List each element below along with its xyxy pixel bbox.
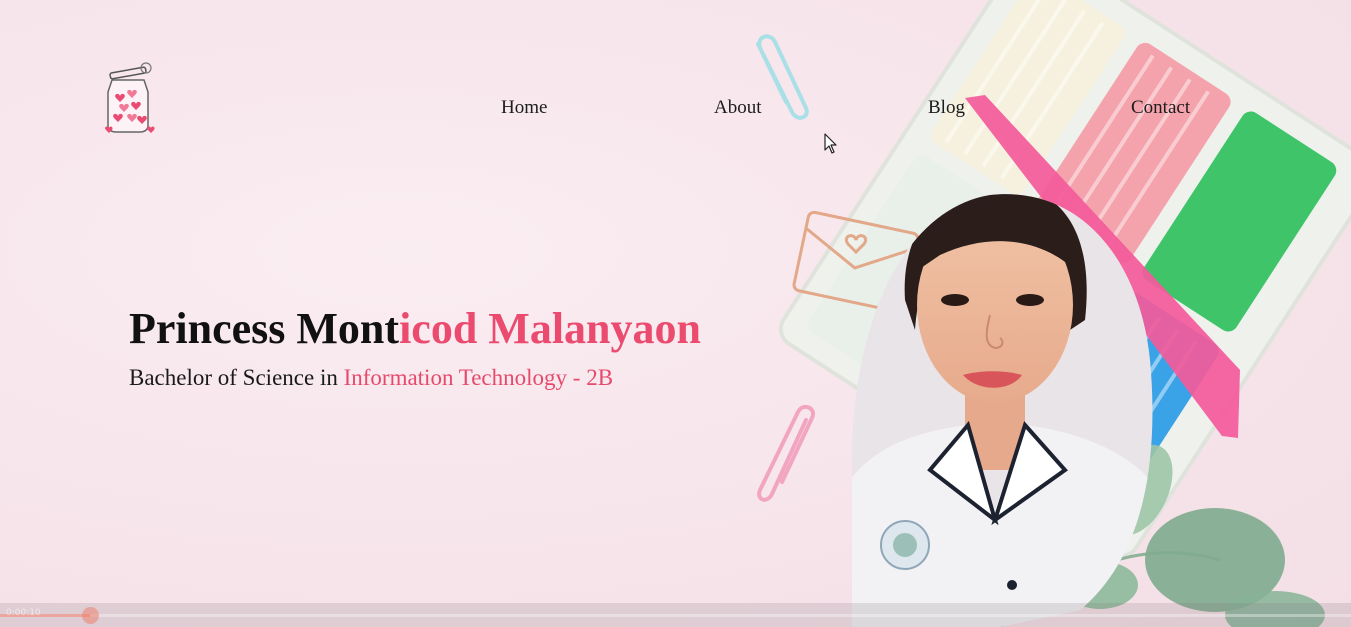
hero-name-part2: icod Malanyaon xyxy=(399,304,701,353)
video-progress-bar[interactable]: 0:00:10 xyxy=(0,603,1351,627)
hero-subtitle-part2: Information Technology - 2B xyxy=(343,365,614,390)
hero-subtitle-part1: Bachelor of Science in xyxy=(129,365,344,390)
nav-about-link[interactable]: About xyxy=(714,96,762,120)
progress-track[interactable] xyxy=(0,614,1351,617)
paperclip-pink xyxy=(757,404,816,502)
heart-jar-icon[interactable] xyxy=(102,58,158,136)
hero-subtitle: Bachelor of Science in Information Techn… xyxy=(129,364,613,392)
landing-page: Home About Blog Contact Princess Montico… xyxy=(0,0,1351,627)
paperclip-blue xyxy=(756,34,809,120)
nav-blog-link[interactable]: Blog xyxy=(928,96,965,120)
progress-knob[interactable] xyxy=(82,607,99,624)
elapsed-time: 0:00:10 xyxy=(6,608,41,618)
hero-name-part1: Princess Mont xyxy=(129,304,400,353)
nav-contact-link[interactable]: Contact xyxy=(1131,96,1190,120)
mouse-pointer-icon xyxy=(824,133,837,154)
nav-home-link[interactable]: Home xyxy=(501,96,547,120)
hero-name: Princess Monticod Malanyaon xyxy=(129,302,701,356)
